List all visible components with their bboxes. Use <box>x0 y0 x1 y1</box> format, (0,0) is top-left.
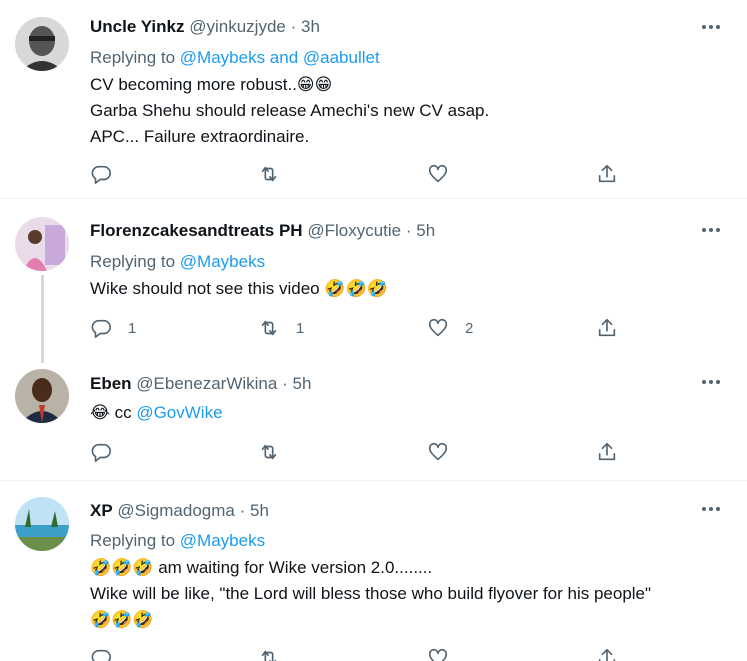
share-button[interactable] <box>596 440 618 464</box>
replying-to: Replying to @Maybeks <box>90 252 265 272</box>
tweet-actions <box>90 440 650 464</box>
retweet-button[interactable] <box>258 162 296 186</box>
like-icon <box>428 648 448 661</box>
user-handle[interactable]: @yinkuzjyde <box>189 17 286 36</box>
reply-button[interactable] <box>90 440 128 464</box>
more-icon <box>702 380 720 384</box>
share-icon <box>598 164 616 183</box>
tweet-header: Florenzcakesandtreats PH @Floxycutie · 5… <box>90 221 435 241</box>
display-name[interactable]: Florenzcakesandtreats PH <box>90 221 303 240</box>
share-button[interactable] <box>596 162 618 186</box>
share-icon <box>598 648 616 661</box>
like-icon <box>428 164 448 183</box>
retweet-icon <box>261 320 277 336</box>
more-icon <box>702 25 720 29</box>
mention-link[interactable]: @GovWike <box>136 403 222 422</box>
like-button[interactable] <box>427 440 465 464</box>
separator: · <box>290 17 297 36</box>
like-button[interactable] <box>427 162 465 186</box>
tweet-header: XP @Sigmadogma · 5h <box>90 501 269 521</box>
reply-icon <box>91 165 111 184</box>
tweet-xp[interactable]: XP @Sigmadogma · 5h Replying to @Maybeks… <box>0 481 747 661</box>
tweet-header: Uncle Yinkz @yinkuzjyde · 3h <box>90 17 320 37</box>
more-options-button[interactable] <box>698 372 724 392</box>
replying-to-label: Replying to <box>90 531 180 550</box>
tweet-text-line: CV becoming more robust..😁😁 <box>90 75 333 94</box>
reply-button[interactable]: 1 <box>90 316 136 340</box>
tweet-text-line: Wike should not see this video 🤣🤣🤣 <box>90 279 388 298</box>
display-name[interactable]: Eben <box>90 374 132 393</box>
tweet-text-line: 🤣🤣🤣 <box>90 610 154 629</box>
reply-icon <box>91 443 111 462</box>
more-options-button[interactable] <box>698 220 724 240</box>
user-handle[interactable]: @Floxycutie <box>307 221 401 240</box>
mention-link[interactable]: @aabullet <box>303 48 380 67</box>
timestamp[interactable]: 5h <box>250 501 269 520</box>
avatar[interactable] <box>15 369 69 423</box>
share-button[interactable] <box>596 316 618 340</box>
tweet-actions <box>90 162 650 186</box>
avatar[interactable] <box>15 17 69 71</box>
timestamp[interactable]: 3h <box>301 17 320 36</box>
replying-to-joiner: and <box>265 48 303 67</box>
display-name[interactable]: XP <box>90 501 113 520</box>
more-icon <box>702 228 720 232</box>
timestamp[interactable]: 5h <box>292 374 311 393</box>
display-name[interactable]: Uncle Yinkz <box>90 17 184 36</box>
reply-icon <box>91 319 111 338</box>
retweet-button[interactable]: 1 <box>258 316 304 340</box>
retweet-icon <box>261 650 277 661</box>
thread-line <box>41 275 44 363</box>
retweet-icon <box>261 444 277 460</box>
retweet-button[interactable] <box>258 440 296 464</box>
like-button[interactable] <box>427 646 449 661</box>
mention-link[interactable]: @Maybeks <box>180 48 265 67</box>
avatar[interactable] <box>15 217 69 271</box>
tweet-text-line: 😂 cc @GovWike <box>90 403 223 423</box>
retweet-button[interactable] <box>258 646 280 661</box>
retweet-icon <box>261 166 277 182</box>
replying-to: Replying to @Maybeks <box>90 531 265 551</box>
more-options-button[interactable] <box>698 17 724 37</box>
replying-to-label: Replying to <box>90 48 180 67</box>
tweet-actions <box>90 646 650 661</box>
share-button[interactable] <box>596 646 618 661</box>
reply-button[interactable] <box>90 162 128 186</box>
tweet-header: Eben @EbenezarWikina · 5h <box>90 374 311 394</box>
separator: · <box>282 374 288 393</box>
avatar[interactable] <box>15 497 69 551</box>
tweet-text-line: APC... Failure extraordinaire. <box>90 127 310 146</box>
mention-link[interactable]: @Maybeks <box>180 252 265 271</box>
separator: · <box>239 501 246 520</box>
reply-button[interactable] <box>90 646 112 661</box>
user-handle[interactable]: @Sigmadogma <box>117 501 234 520</box>
tweet-uncle-yinkz[interactable]: Uncle Yinkz @yinkuzjyde · 3h Replying to… <box>0 0 747 199</box>
like-icon <box>428 318 448 337</box>
tweet-eben[interactable]: Eben @EbenezarWikina · 5h 😂 cc @GovWike <box>0 359 747 481</box>
tweet-text-line: 🤣🤣🤣 am waiting for Wike version 2.0.....… <box>90 558 433 577</box>
like-count: 2 <box>465 319 474 337</box>
tweet-text-line: Garba Shehu should release Amechi's new … <box>90 101 490 120</box>
more-icon <box>702 507 720 511</box>
like-icon <box>428 442 448 461</box>
user-handle[interactable]: @EbenezarWikina <box>136 374 277 393</box>
like-button[interactable]: 2 <box>427 316 473 340</box>
replying-to-label: Replying to <box>90 252 180 271</box>
more-options-button[interactable] <box>698 499 724 519</box>
tweet-florenzcakes[interactable]: Florenzcakesandtreats PH @Floxycutie · 5… <box>0 199 747 363</box>
share-icon <box>598 318 616 337</box>
replying-to: Replying to @Maybeks and @aabullet <box>90 48 380 68</box>
separator: · <box>405 221 412 240</box>
reply-icon <box>91 649 111 661</box>
tweet-actions: 1 1 2 <box>90 316 650 340</box>
tweet-emoji: 😂 <box>90 403 110 422</box>
retweet-count: 1 <box>296 319 305 337</box>
reply-count: 1 <box>128 319 137 337</box>
mention-link[interactable]: @Maybeks <box>180 531 265 550</box>
share-icon <box>598 442 616 461</box>
tweet-text: cc <box>109 403 137 422</box>
tweet-text-line: Wike will be like, "the Lord will bless … <box>90 584 652 603</box>
timestamp[interactable]: 5h <box>416 221 435 240</box>
